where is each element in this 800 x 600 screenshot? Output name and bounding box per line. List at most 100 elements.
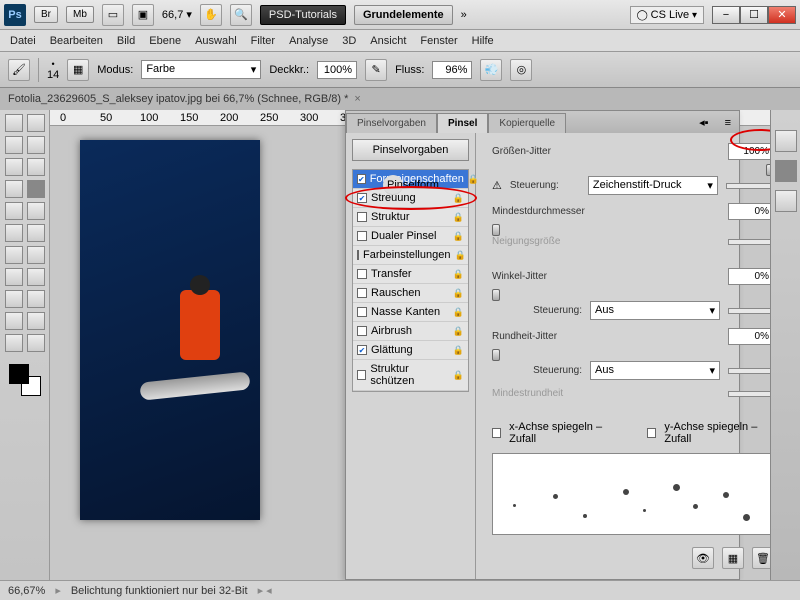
maximize-btn[interactable]: ☐	[740, 6, 768, 24]
checkbox-icon[interactable]	[357, 326, 367, 336]
tab-clone[interactable]: Kopierquelle	[488, 113, 566, 133]
list-struktur-schuetzen[interactable]: Struktur schützen🔒	[353, 360, 468, 391]
min-diam-value[interactable]: 0%	[728, 203, 770, 220]
ps-logo[interactable]: Ps	[4, 4, 26, 26]
trash-icon[interactable]: 🗑	[752, 547, 770, 569]
lock-icon[interactable]: 🔒	[453, 370, 464, 381]
size-jitter-value[interactable]: 100%	[728, 143, 770, 160]
checkbox-icon[interactable]	[357, 193, 367, 203]
tab-brush[interactable]: Pinsel	[437, 113, 488, 133]
close-tab-icon[interactable]: ×	[354, 93, 360, 105]
round-jitter-value[interactable]: 0%	[728, 328, 770, 345]
menu-item[interactable]: Ansicht	[370, 35, 406, 47]
menu-item[interactable]: Hilfe	[472, 35, 494, 47]
history-tool[interactable]	[27, 202, 45, 220]
3d-tool[interactable]	[5, 312, 23, 330]
fg-color[interactable]	[9, 364, 29, 384]
pen-tool[interactable]	[5, 268, 23, 286]
brush-tool[interactable]	[27, 180, 45, 198]
minimize-btn[interactable]: −	[712, 6, 740, 24]
brush-panel-icon[interactable]	[775, 160, 797, 182]
angle-ctrl-dropdown[interactable]: Aus▾	[590, 301, 720, 320]
lock-icon[interactable]: 🔒	[453, 288, 464, 299]
path-tool[interactable]	[5, 290, 23, 308]
layers-panel-icon[interactable]	[775, 190, 797, 212]
checkbox-icon[interactable]	[357, 174, 366, 184]
brush-tool-icon[interactable]: 🖌	[8, 59, 30, 81]
menu-item[interactable]: Analyse	[289, 35, 328, 47]
list-struktur[interactable]: Struktur🔒	[353, 208, 468, 227]
lock-icon[interactable]: 🔒	[453, 326, 464, 337]
menu-item[interactable]: Bild	[117, 35, 135, 47]
new-preset-icon[interactable]: ▦	[722, 547, 744, 569]
menu-item[interactable]: Bearbeiten	[50, 35, 103, 47]
type-tool[interactable]	[27, 268, 45, 286]
list-airbrush[interactable]: Airbrush🔒	[353, 322, 468, 341]
size-ctrl-dropdown[interactable]: Zeichenstift-Druck▾	[588, 176, 718, 195]
mb-btn[interactable]: Mb	[66, 6, 94, 23]
list-dualer-pinsel[interactable]: Dualer Pinsel🔒	[353, 227, 468, 246]
tablet-pressure-icon[interactable]: ◎	[510, 59, 532, 81]
list-glaettung[interactable]: Glättung🔒	[353, 341, 468, 360]
checkbox-icon[interactable]	[357, 212, 367, 222]
menu-item[interactable]: Datei	[10, 35, 36, 47]
arrange-icon[interactable]: ▭	[102, 4, 124, 26]
marquee-tool[interactable]	[27, 114, 45, 132]
lock-icon[interactable]: 🔒	[454, 250, 465, 261]
crop-tool[interactable]	[5, 158, 23, 176]
lock-icon[interactable]: 🔒	[453, 231, 464, 242]
hand-tool[interactable]	[5, 334, 23, 352]
presets-btn[interactable]: Pinselvorgaben	[352, 139, 469, 161]
workspace-pill[interactable]: PSD-Tutorials	[260, 5, 346, 25]
list-rauschen[interactable]: Rauschen🔒	[353, 284, 468, 303]
mode-dropdown[interactable]: Farbe ▾	[141, 60, 261, 79]
checkbox-icon[interactable]	[357, 231, 367, 241]
list-transfer[interactable]: Transfer🔒	[353, 265, 468, 284]
flow-input[interactable]: 96%	[432, 61, 472, 79]
toggle-preview-icon[interactable]: 👁	[692, 547, 714, 569]
panel-menu-icon[interactable]: ≡	[717, 113, 739, 133]
chevron-more-icon[interactable]: »	[461, 9, 467, 21]
screen-mode-icon[interactable]: ▣	[132, 4, 154, 26]
color-swatches[interactable]	[9, 364, 41, 396]
checkbox-icon[interactable]	[357, 269, 367, 279]
checkbox-icon[interactable]	[357, 370, 366, 380]
workspace-name[interactable]: Grundelemente	[354, 5, 453, 25]
checkbox-icon[interactable]	[357, 345, 367, 355]
eyedropper-tool[interactable]	[27, 158, 45, 176]
heal-tool[interactable]	[5, 180, 23, 198]
opacity-input[interactable]: 100%	[317, 61, 357, 79]
panel-dropdown-icon[interactable]: ◂▪	[691, 112, 716, 133]
list-farbeinstellungen[interactable]: Farbeinstellungen🔒	[353, 246, 468, 265]
shape-tool[interactable]	[27, 290, 45, 308]
move-tool[interactable]	[5, 114, 23, 132]
zoom-readout[interactable]: 66,67%	[8, 585, 45, 597]
angle-jitter-value[interactable]: 0%	[728, 268, 770, 285]
flipx-checkbox[interactable]	[492, 428, 501, 438]
eraser-tool[interactable]	[5, 224, 23, 242]
menu-item[interactable]: Auswahl	[195, 35, 237, 47]
tab-presets[interactable]: Pinselvorgaben	[346, 113, 437, 133]
zoom-icon[interactable]: 🔍	[230, 4, 252, 26]
cslive-btn[interactable]: ◯ CS Live ▾	[630, 6, 704, 24]
round-ctrl-dropdown[interactable]: Aus▾	[590, 361, 720, 380]
list-nasse-kanten[interactable]: Nasse Kanten🔒	[353, 303, 468, 322]
brush-panel-toggle-icon[interactable]: ▦	[67, 59, 89, 81]
checkbox-icon[interactable]	[357, 288, 367, 298]
checkbox-icon[interactable]	[357, 250, 359, 260]
checkbox-icon[interactable]	[357, 307, 367, 317]
3d-cam-tool[interactable]	[27, 312, 45, 330]
lock-icon[interactable]: 🔒	[453, 193, 464, 204]
opacity-pressure-icon[interactable]: ✎	[365, 59, 387, 81]
menu-item[interactable]: Fenster	[420, 35, 457, 47]
gradient-tool[interactable]	[27, 224, 45, 242]
doc-tab[interactable]: Fotolia_23629605_S_aleksey ipatov.jpg be…	[0, 88, 800, 110]
hand-icon[interactable]: ✋	[200, 4, 222, 26]
lasso-tool[interactable]	[5, 136, 23, 154]
airbrush-icon[interactable]: 💨	[480, 59, 502, 81]
zoom-tool[interactable]	[27, 334, 45, 352]
menu-item[interactable]: Filter	[251, 35, 275, 47]
wand-tool[interactable]	[27, 136, 45, 154]
list-streuung[interactable]: Streuung🔒	[353, 189, 468, 208]
bridge-btn[interactable]: Br	[34, 6, 58, 23]
